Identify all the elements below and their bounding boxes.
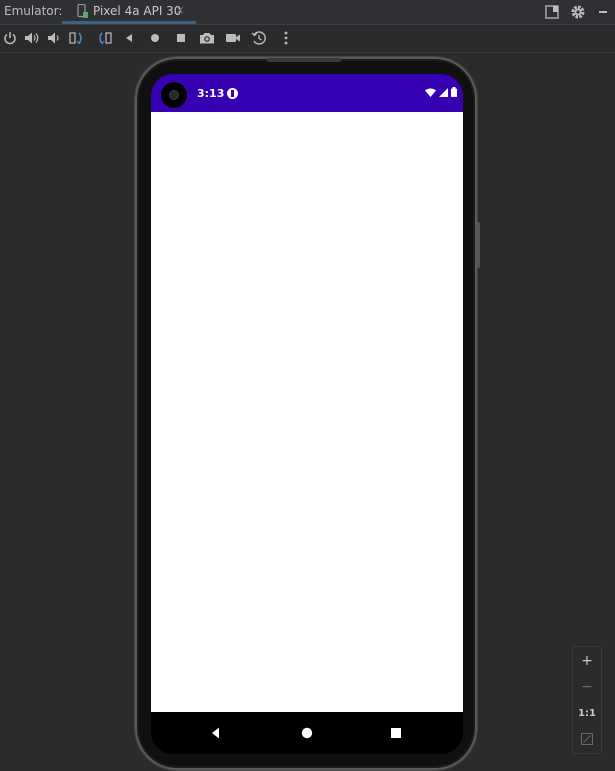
camera-icon: [200, 33, 214, 44]
more-vertical-icon: [284, 31, 288, 45]
volume-up-button[interactable]: [23, 29, 41, 47]
close-icon[interactable]: ×: [175, 3, 185, 17]
gear-icon[interactable]: [569, 3, 587, 21]
more-button[interactable]: [277, 29, 295, 47]
device-tab[interactable]: Pixel 4a API 30 ×: [62, 0, 196, 24]
volume-down-icon: [48, 32, 59, 44]
tool-window-header: Emulator: Pixel 4a API 30 ×: [0, 0, 615, 25]
battery-icon: [451, 87, 457, 97]
device-power-key[interactable]: [477, 222, 480, 268]
back-button[interactable]: [120, 29, 138, 47]
status-time: 3:13: [197, 87, 225, 100]
notification-icon: [227, 88, 238, 99]
back-icon: [126, 34, 132, 42]
rotate-left-button[interactable]: [68, 29, 86, 47]
overview-icon: [177, 34, 185, 42]
rotate-right-button[interactable]: [95, 29, 113, 47]
snapshot-button[interactable]: [250, 29, 268, 47]
nav-overview-icon[interactable]: [388, 725, 404, 741]
video-icon: [226, 34, 240, 42]
volume-down-button[interactable]: [45, 29, 63, 47]
actual-size-button[interactable]: 1:1: [573, 700, 601, 726]
home-button[interactable]: [146, 29, 164, 47]
app-content[interactable]: [151, 112, 463, 712]
front-camera: [161, 82, 187, 108]
device-icon: [77, 4, 88, 18]
status-bar: 3:13: [151, 74, 463, 112]
nav-home-icon[interactable]: [299, 725, 315, 741]
device-screen[interactable]: 3:13: [151, 74, 463, 754]
nav-back-icon[interactable]: [208, 725, 224, 741]
screenshot-button[interactable]: [198, 29, 216, 47]
snapshot-icon: [251, 31, 266, 45]
device-tab-label: Pixel 4a API 30: [93, 4, 182, 18]
device-speaker-grill: [267, 58, 341, 62]
volume-up-icon: [25, 32, 39, 44]
device-volume-key[interactable]: [477, 317, 479, 320]
power-button[interactable]: [1, 29, 19, 47]
zoom-in-button[interactable]: +: [573, 648, 601, 674]
overview-button[interactable]: [172, 29, 190, 47]
fit-screen-icon: [581, 733, 593, 745]
device-frame: 3:13: [135, 57, 480, 770]
layout-toggle-icon[interactable]: [543, 3, 561, 21]
fit-screen-button[interactable]: [573, 726, 601, 752]
cell-signal-icon: [439, 87, 448, 97]
emulator-toolbar: [0, 25, 615, 53]
rotate-right-icon: [99, 32, 112, 45]
navigation-bar: [151, 712, 463, 754]
zoom-controls: + − 1:1: [572, 646, 602, 754]
zoom-out-button[interactable]: −: [573, 674, 601, 700]
wifi-icon: [425, 88, 436, 97]
tab-selected-indicator: [62, 21, 196, 24]
home-icon: [151, 34, 159, 42]
rotate-left-icon: [69, 32, 82, 45]
status-icons: [425, 87, 457, 97]
hide-icon[interactable]: [597, 3, 609, 21]
record-button[interactable]: [224, 29, 242, 47]
power-icon: [4, 32, 16, 45]
tool-window-title: Emulator:: [4, 4, 63, 18]
